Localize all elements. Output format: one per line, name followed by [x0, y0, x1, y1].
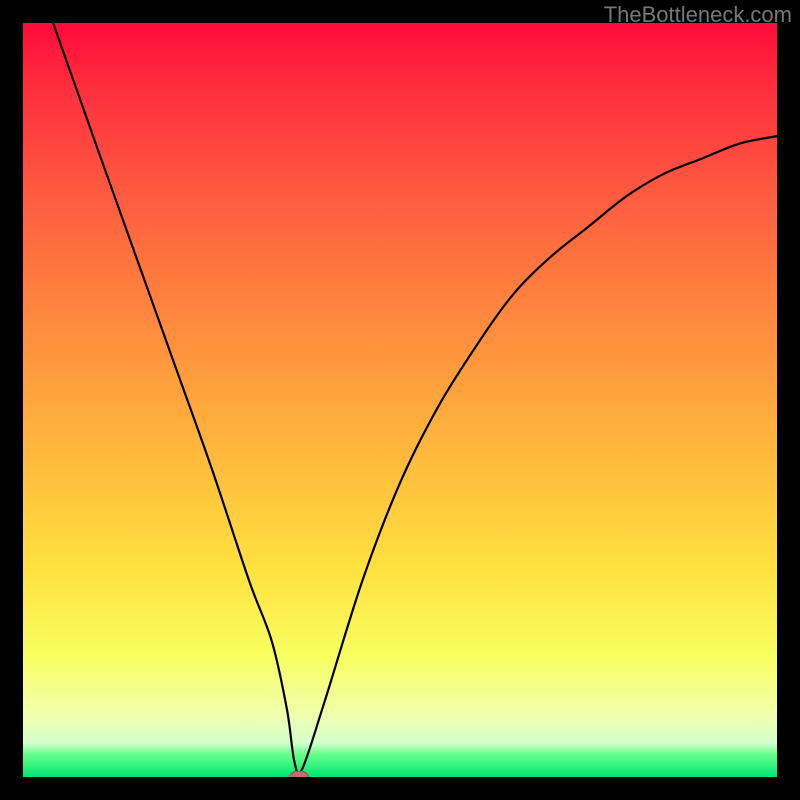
plot-area: [23, 23, 777, 777]
chart-frame: TheBottleneck.com: [0, 0, 800, 800]
curve-layer: [23, 23, 777, 777]
watermark-text: TheBottleneck.com: [604, 2, 792, 28]
bottleneck-curve: [53, 23, 777, 774]
optimal-marker: [289, 771, 309, 777]
